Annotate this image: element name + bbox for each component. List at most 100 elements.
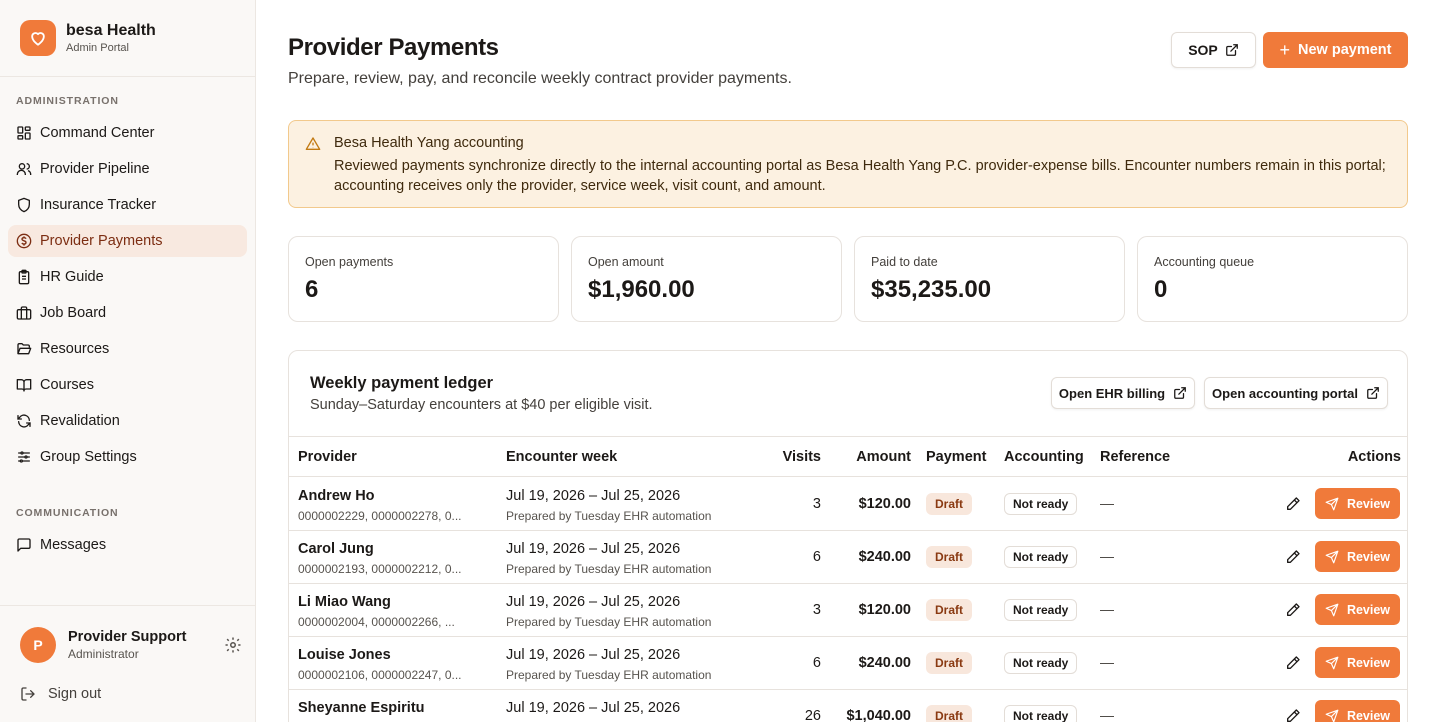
pencil-icon	[1287, 550, 1300, 563]
review-label: Review	[1346, 602, 1391, 617]
provider-name: Andrew Ho	[298, 488, 375, 504]
column-header-actions: Actions	[1347, 449, 1401, 465]
column-header-provider[interactable]: Provider	[298, 449, 357, 465]
gear-icon[interactable]	[224, 636, 242, 654]
edit-button[interactable]	[1283, 547, 1303, 567]
send-icon	[1325, 550, 1339, 563]
send-icon	[1325, 656, 1339, 669]
column-header-accounting[interactable]: Accounting	[1004, 449, 1084, 465]
sidebar-item-insurance-tracker[interactable]: Insurance Tracker	[8, 189, 247, 221]
sop-button[interactable]: SOP	[1171, 32, 1256, 68]
user-name: Provider Support	[68, 629, 187, 645]
review-button[interactable]: Review	[1315, 488, 1400, 519]
table-row[interactable]: Carol Jung 0000002193, 0000002212, 0... …	[289, 531, 1407, 584]
sidebar-item-label: Group Settings	[40, 449, 137, 465]
pencil-icon	[1287, 656, 1300, 669]
prepared-by: Prepared by Tuesday EHR automation	[506, 668, 712, 682]
table-row[interactable]: Louise Jones 0000002106, 0000002247, 0..…	[289, 637, 1407, 690]
prepared-by: Prepared by Tuesday EHR automation	[506, 562, 712, 576]
visit-count: 6	[812, 549, 821, 565]
encounter-week: Jul 19, 2026 – Jul 25, 2026	[506, 594, 681, 610]
edit-button[interactable]	[1283, 600, 1303, 620]
edit-button[interactable]	[1283, 494, 1303, 514]
sidebar-item-hr-guide[interactable]: HR Guide	[8, 261, 247, 293]
reference: —	[1100, 707, 1114, 722]
clipboard-icon	[18, 269, 30, 285]
encounter-ids: 0000002229, 0000002278, 0...	[298, 509, 462, 523]
accounting-status-badge: Not ready	[1004, 705, 1078, 722]
visit-count: 3	[812, 496, 821, 512]
edit-button[interactable]	[1283, 653, 1303, 673]
review-button[interactable]: Review	[1315, 647, 1400, 678]
sidebar-footer: P Provider Support Administrator Sign ou…	[0, 605, 255, 722]
encounter-week: Jul 19, 2026 – Jul 25, 2026	[506, 647, 681, 663]
column-header-reference[interactable]: Reference	[1100, 449, 1170, 465]
provider-name: Sheyanne Espiritu	[298, 700, 425, 716]
folder-open-icon	[17, 343, 32, 355]
external-link-icon	[1174, 387, 1186, 399]
sidebar-item-label: Insurance Tracker	[40, 197, 157, 213]
sidebar-item-label: Provider Payments	[40, 233, 163, 249]
provider-name: Louise Jones	[298, 647, 391, 663]
sidebar-item-messages[interactable]: Messages	[8, 529, 247, 561]
section-label-communication: COMMUNICATION	[16, 507, 119, 519]
sidebar-item-command-center[interactable]: Command Center	[8, 117, 247, 149]
stat-card-accounting-queue: Accounting queue 0	[1137, 236, 1408, 322]
accounting-status-badge: Not ready	[1004, 599, 1078, 621]
shield-icon	[18, 197, 30, 213]
sidebar-item-revalidation[interactable]: Revalidation	[8, 405, 247, 437]
admin-nav: Command Center Provider Pipeline Insuran…	[8, 117, 247, 477]
send-icon	[1325, 497, 1339, 510]
new-payment-button[interactable]: + New payment	[1263, 32, 1408, 68]
sidebar-item-provider-pipeline[interactable]: Provider Pipeline	[8, 153, 247, 185]
user-role: Administrator	[68, 647, 139, 661]
sidebar-item-courses[interactable]: Courses	[8, 369, 247, 401]
book-open-icon	[16, 379, 32, 392]
open-accounting-portal-button[interactable]: Open accounting portal	[1204, 377, 1388, 409]
sidebar: besa Health Admin Portal ADMINISTRATION …	[0, 0, 256, 722]
column-header-payment[interactable]: Payment	[926, 449, 986, 465]
payment-amount: $120.00	[858, 602, 911, 618]
accounting-status-badge: Not ready	[1004, 546, 1078, 568]
column-header-week[interactable]: Encounter week	[506, 449, 617, 465]
visit-count: 3	[812, 602, 821, 618]
encounter-week: Jul 19, 2026 – Jul 25, 2026	[506, 541, 681, 557]
table-row[interactable]: Sheyanne Espiritu 0000001981, 0000002258…	[289, 690, 1407, 722]
stat-card-paid-to-date: Paid to date $35,235.00	[854, 236, 1125, 322]
open-ehr-billing-button[interactable]: Open EHR billing	[1051, 377, 1195, 409]
sidebar-item-group-settings[interactable]: Group Settings	[8, 441, 247, 473]
sidebar-item-label: HR Guide	[40, 269, 104, 285]
sign-out-button[interactable]: Sign out	[20, 686, 101, 702]
layout-grid-icon	[17, 126, 31, 140]
table-row[interactable]: Li Miao Wang 0000002004, 0000002266, ...…	[289, 584, 1407, 637]
review-label: Review	[1346, 708, 1391, 722]
column-header-visits[interactable]: Visits	[783, 449, 821, 465]
sidebar-item-resources[interactable]: Resources	[8, 333, 247, 365]
review-button[interactable]: Review	[1315, 594, 1400, 625]
encounter-week: Jul 19, 2026 – Jul 25, 2026	[506, 488, 681, 504]
dollar-circle-icon	[16, 233, 32, 249]
brand-name: besa Health	[66, 21, 156, 39]
encounter-week: Jul 19, 2026 – Jul 25, 2026	[506, 700, 681, 716]
column-header-amount[interactable]: Amount	[856, 449, 911, 465]
prepared-by: Prepared by Tuesday EHR automation	[506, 615, 712, 629]
visit-count: 6	[812, 655, 821, 671]
review-button[interactable]: Review	[1315, 700, 1400, 722]
review-button[interactable]: Review	[1315, 541, 1400, 572]
log-out-icon	[21, 687, 35, 701]
provider-name: Carol Jung	[298, 541, 374, 557]
sidebar-item-label: Courses	[40, 377, 94, 393]
sign-out-label: Sign out	[48, 686, 102, 702]
sidebar-item-job-board[interactable]: Job Board	[8, 297, 247, 329]
external-link-icon	[1225, 44, 1238, 56]
sop-label: SOP	[1188, 42, 1218, 58]
edit-button[interactable]	[1283, 706, 1303, 722]
pencil-icon	[1287, 709, 1300, 722]
table-row[interactable]: Andrew Ho 0000002229, 0000002278, 0... J…	[289, 478, 1407, 531]
payment-status-badge: Draft	[926, 493, 973, 515]
stat-label: Open payments	[305, 255, 394, 269]
review-label: Review	[1346, 655, 1391, 670]
sidebar-item-provider-payments[interactable]: Provider Payments	[8, 225, 247, 257]
stat-card-open-payments: Open payments 6	[288, 236, 559, 322]
sidebar-item-label: Revalidation	[40, 413, 120, 429]
